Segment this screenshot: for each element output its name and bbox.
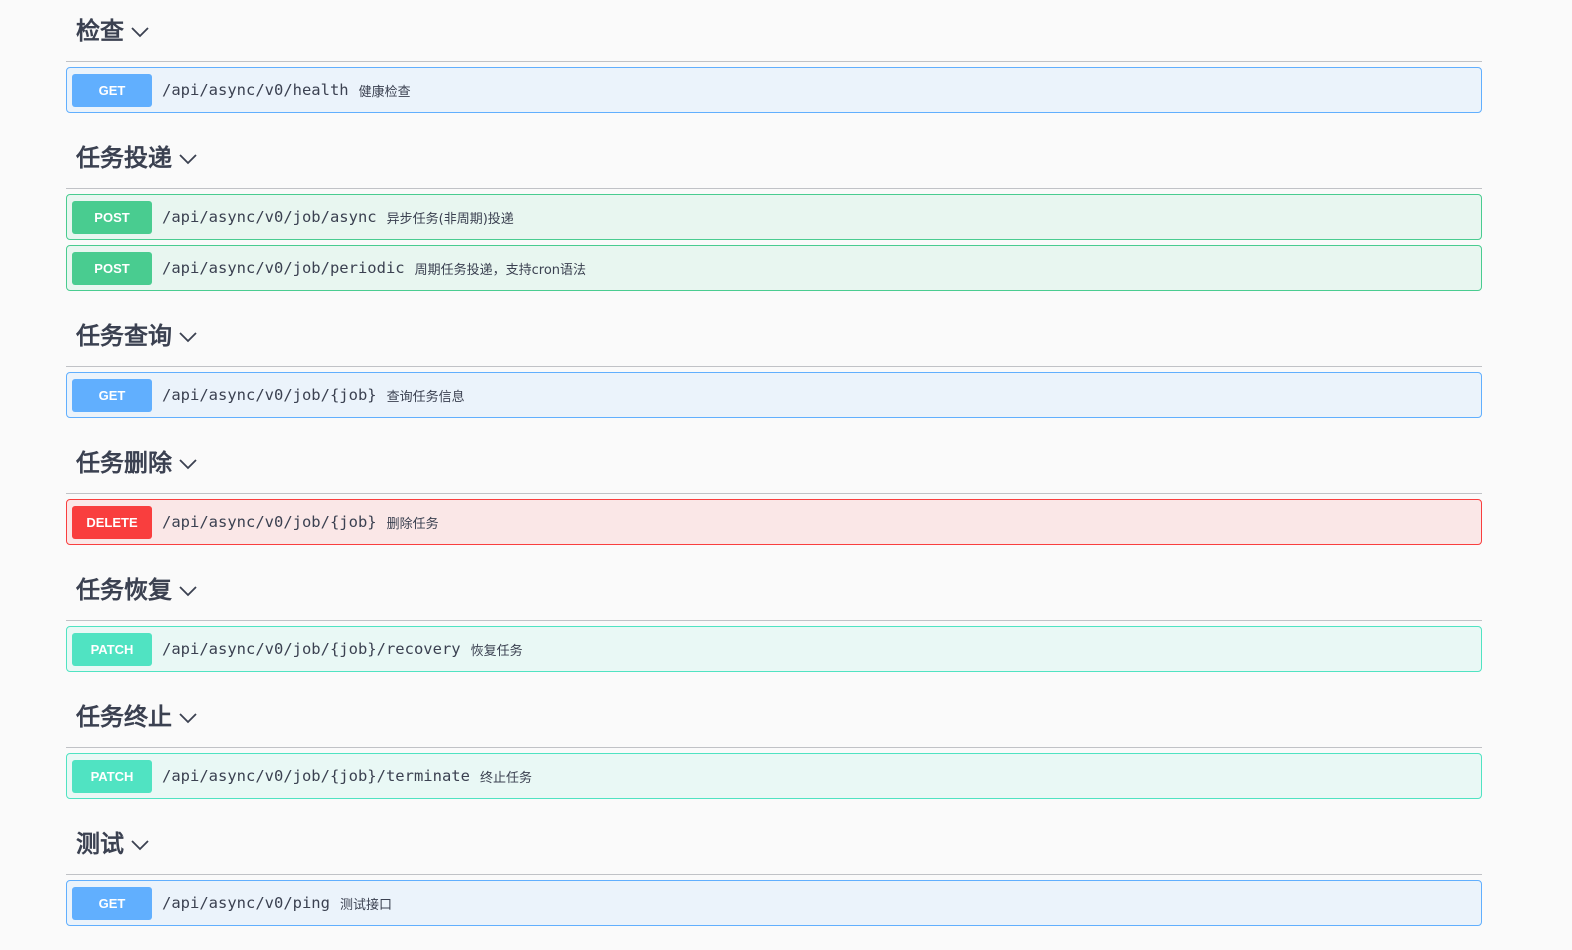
tag-section: 测试 GET/api/async/v0/ping 测试接口 (66, 813, 1482, 926)
chevron-down-icon[interactable] (178, 149, 198, 169)
tag-title: 测试 (76, 829, 124, 858)
operation-path: /api/async/v0/job/{job}/recovery (162, 640, 461, 658)
tag-header[interactable]: 检查 (66, 0, 1482, 62)
tag-header[interactable]: 任务删除 (66, 432, 1482, 494)
tag-title: 任务投递 (76, 143, 172, 172)
operation-get[interactable]: GET/api/async/v0/job/{job} 查询任务信息 (66, 372, 1482, 418)
tag-section: 任务查询 GET/api/async/v0/job/{job} 查询任务信息 (66, 305, 1482, 418)
tag-header[interactable]: 任务终止 (66, 686, 1482, 748)
operation-path: /api/async/v0/job/{job} (162, 386, 377, 404)
chevron-down-icon[interactable] (178, 581, 198, 601)
tag-title: 任务终止 (76, 702, 172, 731)
tag-header[interactable]: 任务投递 (66, 127, 1482, 189)
operation-path: /api/async/v0/job/async (162, 208, 377, 226)
method-badge: PATCH (72, 759, 152, 793)
chevron-down-icon[interactable] (178, 454, 198, 474)
tag-section: 任务恢复 PATCH/api/async/v0/job/{job}/recover… (66, 559, 1482, 672)
method-badge: POST (72, 200, 152, 234)
operation-summary: 终止任务 (479, 770, 532, 786)
operation-path: /api/async/v0/health (162, 81, 349, 99)
operation-summary: 查询任务信息 (386, 389, 465, 405)
operation-summary: 删除任务 (386, 516, 439, 532)
operation-patch[interactable]: PATCH/api/async/v0/job/{job}/recovery 恢复任… (66, 626, 1482, 672)
chevron-down-icon[interactable] (130, 835, 150, 855)
operation-summary: 恢复任务 (470, 643, 523, 659)
operation-summary: 测试接口 (339, 897, 392, 913)
operation-get[interactable]: GET/api/async/v0/ping 测试接口 (66, 880, 1482, 926)
operation-summary: 异步任务(非周期)投递 (386, 211, 514, 227)
operation-patch[interactable]: PATCH/api/async/v0/job/{job}/terminate 终止… (66, 753, 1482, 799)
tag-title: 任务删除 (76, 448, 172, 477)
method-badge: GET (72, 886, 152, 920)
tag-header[interactable]: 测试 (66, 813, 1482, 875)
tag-header[interactable]: 任务恢复 (66, 559, 1482, 621)
operation-path: /api/async/v0/ping (162, 894, 330, 912)
method-badge: POST (72, 251, 152, 285)
operation-post[interactable]: POST/api/async/v0/job/async 异步任务(非周期)投递 (66, 194, 1482, 240)
operation-path: /api/async/v0/job/{job} (162, 513, 377, 531)
operation-summary: 健康检查 (358, 84, 411, 100)
operation-path: /api/async/v0/job/{job}/terminate (162, 767, 470, 785)
operation-summary: 周期任务投递，支持cron语法 (414, 262, 587, 278)
tag-section: 任务删除 DELETE/api/async/v0/job/{job} 删除任务 (66, 432, 1482, 545)
tag-section: 任务终止 PATCH/api/async/v0/job/{job}/termina… (66, 686, 1482, 799)
chevron-down-icon[interactable] (178, 708, 198, 728)
tag-title: 任务恢复 (76, 575, 172, 604)
tag-section: 检查 GET/api/async/v0/health 健康检查 (66, 0, 1482, 113)
chevron-down-icon[interactable] (130, 22, 150, 42)
operation-path: /api/async/v0/job/periodic (162, 259, 405, 277)
tag-title: 检查 (76, 16, 124, 45)
operation-delete[interactable]: DELETE/api/async/v0/job/{job} 删除任务 (66, 499, 1482, 545)
method-badge: DELETE (72, 505, 152, 539)
chevron-down-icon[interactable] (178, 327, 198, 347)
operations-list: 检查 GET/api/async/v0/health 健康检查任务投递 POST/ap… (66, 0, 1482, 940)
tag-header[interactable]: 任务查询 (66, 305, 1482, 367)
method-badge: PATCH (72, 632, 152, 666)
method-badge: GET (72, 73, 152, 107)
tag-section: 任务投递 POST/api/async/v0/job/async 异步任务(非周期)… (66, 127, 1482, 291)
operation-post[interactable]: POST/api/async/v0/job/periodic 周期任务投递，支持c… (66, 245, 1482, 291)
tag-title: 任务查询 (76, 321, 172, 350)
operation-get[interactable]: GET/api/async/v0/health 健康检查 (66, 67, 1482, 113)
method-badge: GET (72, 378, 152, 412)
